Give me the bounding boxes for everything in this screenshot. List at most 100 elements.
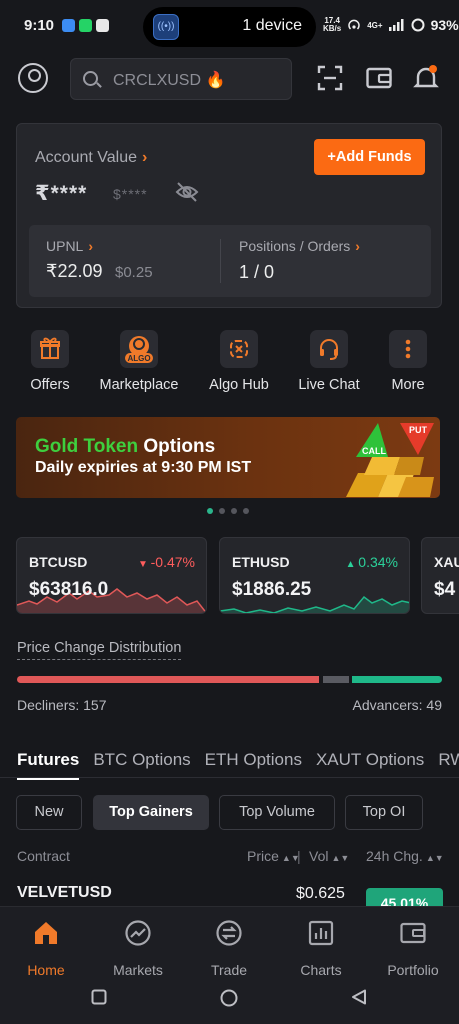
quick-action-offers[interactable]: Offers [6, 330, 94, 393]
pnl-panel: UPNL › ₹22.09 $0.25 Positions / Orders › 1… [29, 225, 431, 297]
ticker-card-xau[interactable]: XAU $4 [421, 537, 459, 614]
market-tabs: Futures BTC Options ETH Options XAUT Opt… [17, 750, 459, 780]
home-button-icon[interactable] [220, 989, 238, 1007]
ticker-card-ethusd[interactable]: ETHUSD ▲ 0.34% $1886.25 [219, 537, 410, 614]
ticker-card-btcusd[interactable]: BTCUSD ▼ -0.47% $63816.0 [16, 537, 207, 614]
broadcast-icon: ((•)) [153, 14, 179, 40]
price-change-distribution-title[interactable]: Price Change Distribution [17, 640, 182, 660]
eye-off-icon[interactable] [175, 181, 199, 203]
filter-chip-top-gainers[interactable]: Top Gainers [93, 795, 209, 830]
advancers-bar [352, 676, 442, 683]
column-separator: | [297, 848, 301, 864]
tabs-divider [0, 777, 459, 778]
upnl-usd: $0.25 [115, 264, 153, 281]
sort-icon: ▲▼ [425, 853, 444, 863]
tab-btc-options[interactable]: BTC Options [93, 750, 190, 780]
ticker-change: ▼ -0.47% [138, 554, 195, 570]
nav-charts[interactable]: Charts [281, 919, 361, 978]
bell-icon[interactable] [413, 65, 439, 91]
filter-chip-top-oi[interactable]: Top OI [345, 795, 423, 830]
nav-label: Portfolio [387, 962, 439, 978]
scan-icon[interactable] [317, 65, 343, 91]
account-value-link[interactable]: Account Value › [35, 149, 147, 167]
nav-markets[interactable]: Markets [98, 919, 178, 978]
upnl-value: ₹22.09 [46, 261, 103, 281]
chevron-right-icon: › [142, 149, 148, 166]
algo-icon: ALGO [120, 330, 158, 368]
trade-icon [216, 920, 242, 946]
account-value-usd: $**** [113, 186, 148, 202]
battery-icon [411, 18, 425, 32]
island-text: 1 device [242, 17, 302, 34]
more-icon [389, 330, 427, 368]
nav-home[interactable]: Home [6, 919, 86, 978]
nav-label: Home [27, 962, 65, 978]
positions-label: Positions / Orders [239, 238, 351, 254]
ticker-change: ▲ 0.34% [346, 554, 398, 570]
carousel-dot[interactable] [207, 508, 213, 514]
positions-link[interactable]: Positions / Orders › [239, 238, 360, 254]
arrow-up-icon: ▲ [345, 559, 359, 570]
vol-header-label: Vol [309, 848, 329, 864]
dynamic-island[interactable]: ((•)) 1 device [143, 7, 316, 47]
recents-icon[interactable] [91, 989, 107, 1005]
column-header-price[interactable]: Price ▲▼ [247, 848, 300, 864]
status-time: 9:10 [24, 17, 55, 34]
nav-trade[interactable]: Trade [189, 919, 269, 978]
divider [220, 239, 221, 283]
banner-title-rest: Options [143, 436, 216, 457]
quick-action-marketplace[interactable]: ALGO Marketplace [95, 330, 183, 393]
quick-action-label: Algo Hub [209, 377, 269, 393]
quick-action-more[interactable]: More [364, 330, 452, 393]
tab-xaut-options[interactable]: XAUT Options [316, 750, 424, 780]
network-speed: 17.4 KB/s [323, 17, 341, 33]
quick-action-label: More [391, 377, 425, 393]
quick-action-live-chat[interactable]: Live Chat [285, 330, 373, 393]
account-card: Account Value › ₹**** $**** +Add Funds UP… [16, 123, 442, 308]
column-header-change[interactable]: 24h Chg. ▲▼ [366, 848, 444, 864]
ticker-symbol: BTCUSD [29, 554, 88, 570]
promo-banner[interactable]: Gold Token Options Daily expiries at 9:3… [16, 417, 440, 498]
chevron-right-icon: › [88, 238, 94, 254]
banner-title: Gold Token Options [35, 436, 215, 458]
nav-label: Charts [300, 962, 342, 978]
column-header-contract: Contract [17, 848, 70, 864]
quick-action-label: Marketplace [99, 377, 179, 393]
add-funds-button[interactable]: +Add Funds [314, 139, 425, 175]
gold-bars-illustration: CALL PUT [346, 423, 434, 497]
battery-level: 93% [430, 17, 459, 33]
bottom-navigation: Home Markets Trade Charts Portfolio [0, 906, 459, 1024]
back-icon[interactable] [351, 989, 367, 1005]
account-value: ₹**** [35, 182, 88, 205]
upnl-label: UPNL [46, 238, 84, 254]
carousel-dot[interactable] [219, 508, 225, 514]
quick-action-algo-hub[interactable]: Algo Hub [195, 330, 283, 393]
filter-chip-top-volume[interactable]: Top Volume [219, 795, 335, 830]
filter-chip-new[interactable]: New [16, 795, 82, 830]
nav-portfolio[interactable]: Portfolio [373, 919, 453, 978]
decliners-count: Decliners: 157 [17, 697, 107, 713]
decliners-bar [17, 676, 319, 683]
tab-futures[interactable]: Futures [17, 750, 80, 780]
carousel-dot[interactable] [231, 508, 237, 514]
signal-icon [388, 19, 404, 31]
row-contract[interactable]: VELVETUSD [17, 884, 112, 902]
column-header-vol[interactable]: Vol ▲▼ [309, 848, 349, 864]
call-label: CALL [362, 446, 386, 456]
profile-icon[interactable] [18, 63, 48, 93]
ticker-symbol: ETHUSD [232, 554, 290, 570]
search-bar[interactable]: CRCLXUSD 🔥 [70, 58, 292, 100]
banner-subtitle: Daily expiries at 9:30 PM IST [35, 459, 252, 476]
quick-action-label: Live Chat [298, 377, 360, 393]
account-value-label: Account Value [35, 149, 137, 166]
wallet-icon[interactable] [366, 65, 392, 91]
nav-label: Markets [113, 962, 163, 978]
tab-eth-options[interactable]: ETH Options [205, 750, 302, 780]
upnl-link[interactable]: UPNL › [46, 238, 93, 254]
status-bar: 9:10 ((•)) 1 device 17.4 KB/s 4G+ 93% [0, 0, 459, 52]
tab-rwa[interactable]: RWA [438, 750, 459, 780]
carousel-indicator[interactable] [207, 508, 249, 514]
headset-icon [310, 330, 348, 368]
ticker-price: $1886.25 [232, 579, 312, 600]
carousel-dot[interactable] [243, 508, 249, 514]
